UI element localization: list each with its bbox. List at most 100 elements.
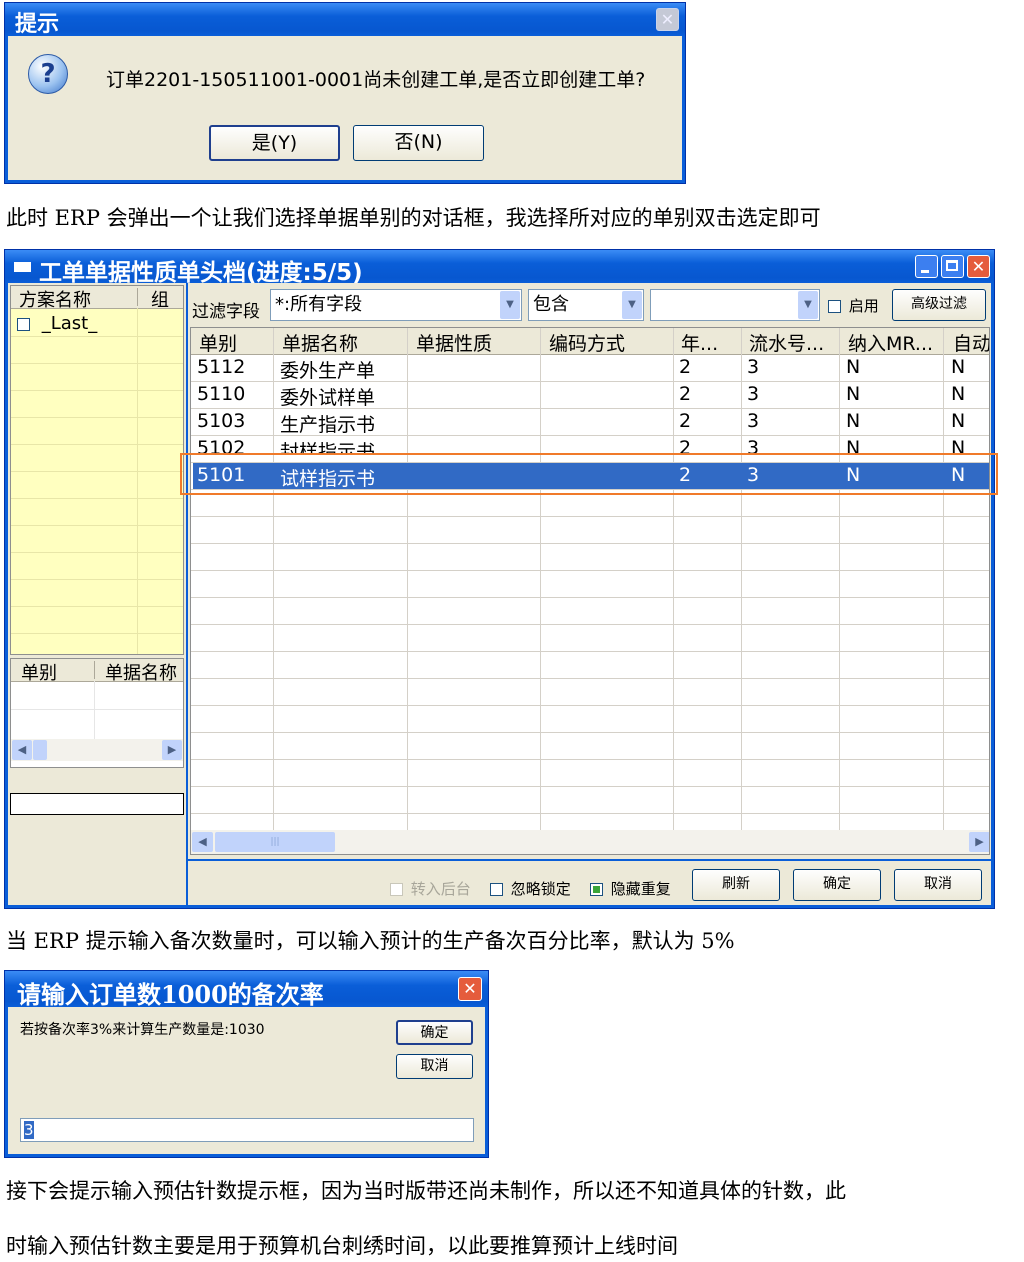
scheme-row-divider bbox=[11, 552, 183, 553]
doc-list-code-header: 单别 bbox=[21, 663, 57, 684]
chevron-down-icon[interactable]: ▼ bbox=[798, 291, 818, 319]
spare-rate-input[interactable]: 3 bbox=[20, 1118, 474, 1142]
table-row[interactable]: 5102 封样指示书 2 3 N N bbox=[191, 435, 989, 455]
scheme-row-divider bbox=[11, 444, 183, 445]
hide-dup-label: 隐藏重复 bbox=[610, 880, 671, 898]
cancel-button[interactable]: 取消 bbox=[396, 1054, 473, 1079]
refresh-button[interactable]: 刷新 bbox=[692, 869, 780, 901]
minimize-icon[interactable] bbox=[915, 255, 938, 278]
scheme-item-label: _Last_ bbox=[41, 313, 98, 334]
doc-list-hscrollbar[interactable]: ◀ ▶ bbox=[11, 739, 183, 761]
scroll-right-icon[interactable]: ▶ bbox=[969, 832, 989, 852]
chevron-down-icon[interactable]: ▼ bbox=[622, 291, 642, 319]
table-row[interactable]: 5103 生产指示书 2 3 N N bbox=[191, 408, 989, 436]
cell-code: 5110 bbox=[197, 383, 246, 405]
panel-splitter[interactable] bbox=[186, 283, 188, 907]
scheme-row-divider bbox=[11, 390, 183, 391]
background-checkbox: 转入后台 bbox=[390, 878, 471, 899]
cell-code: 5112 bbox=[197, 356, 246, 378]
col-header-nature[interactable]: 单据性质 bbox=[416, 329, 492, 356]
scheme-row-divider bbox=[11, 633, 183, 634]
confirm-dialog-titlebar[interactable]: 提示 ✕ bbox=[5, 3, 685, 37]
scheme-item-last[interactable]: _Last_ bbox=[17, 313, 97, 334]
chevron-down-icon[interactable]: ▼ bbox=[500, 291, 520, 319]
cancel-button[interactable]: 取消 bbox=[894, 869, 982, 901]
grid-row-divider bbox=[191, 705, 989, 706]
spare-rate-message: 若按备次率3%来计算生产数量是:1030 bbox=[20, 1022, 265, 1038]
scheme-item-checkbox[interactable] bbox=[17, 317, 30, 331]
no-button[interactable]: 否(N) bbox=[353, 125, 484, 161]
col-header-mrp[interactable]: 纳入MR... bbox=[848, 329, 933, 356]
table-row[interactable]: 5110 委外试样单 2 3 N N bbox=[191, 381, 989, 409]
filter-field-label: 过滤字段 bbox=[192, 302, 260, 322]
col-header-encoding[interactable]: 编码方式 bbox=[549, 329, 625, 356]
grid-row-divider bbox=[191, 678, 989, 679]
yes-button[interactable]: 是(Y) bbox=[209, 125, 340, 161]
filter-value-combo[interactable]: ▼ bbox=[650, 289, 820, 321]
selected-row-outline bbox=[180, 453, 998, 495]
left-search-input[interactable] bbox=[10, 793, 184, 815]
grid-row-divider bbox=[191, 759, 989, 760]
hide-dup-checkbox-box[interactable] bbox=[590, 883, 603, 896]
col-header-year[interactable]: 年... bbox=[681, 329, 718, 356]
scroll-left-icon[interactable]: ◀ bbox=[192, 832, 213, 852]
confirm-dialog-title: 提示 bbox=[15, 12, 60, 37]
scheme-row-divider bbox=[11, 525, 183, 526]
grid-row-divider bbox=[191, 732, 989, 733]
scroll-left-icon[interactable]: ◀ bbox=[12, 740, 32, 760]
grid-row-divider bbox=[191, 813, 989, 814]
grid-row-divider bbox=[191, 543, 989, 544]
filter-op-value: 包含 bbox=[533, 294, 569, 315]
window-menu-icon[interactable] bbox=[14, 262, 31, 272]
ignore-lock-checkbox-box[interactable] bbox=[490, 883, 503, 896]
cell-name: 委外试样单 bbox=[280, 387, 376, 409]
scheme-row-divider bbox=[11, 336, 183, 337]
paragraph-4: 时输入预估针数主要是用于预算机台刺绣时间，以此要推算预计上线时间 bbox=[6, 1234, 678, 1258]
table-row[interactable]: 5112 委外生产单 2 3 N N bbox=[191, 354, 989, 382]
scheme-row-divider bbox=[11, 579, 183, 580]
advanced-filter-button[interactable]: 高级过滤 bbox=[892, 289, 986, 321]
filter-op-combo[interactable]: 包含 ▼ bbox=[528, 289, 644, 321]
close-icon[interactable]: ✕ bbox=[967, 255, 990, 278]
ok-button[interactable]: 确定 bbox=[793, 869, 881, 901]
hide-dup-checkbox[interactable]: 隐藏重复 bbox=[590, 878, 671, 899]
enable-checkbox-box[interactable] bbox=[828, 300, 841, 313]
close-icon[interactable]: ✕ bbox=[458, 977, 482, 1001]
ignore-lock-checkbox[interactable]: 忽略锁定 bbox=[490, 878, 571, 899]
scroll-thumb[interactable] bbox=[33, 740, 47, 760]
scheme-row-divider bbox=[11, 471, 183, 472]
spare-rate-dialog: 请输入订单数1000的备次率 ✕ 若按备次率3%来计算生产数量是:1030 确定… bbox=[4, 970, 489, 1158]
col-header-serial[interactable]: 流水号... bbox=[749, 329, 824, 356]
ok-button[interactable]: 确定 bbox=[396, 1020, 473, 1045]
paragraph-3: 接下会提示输入预估针数提示框，因为当时版带还尚未制作，所以还不知道具体的针数，此 bbox=[6, 1179, 846, 1203]
paragraph-2: 当 ERP 提示输入备次数量时，可以输入预计的生产备次百分比率，默认为 5% bbox=[6, 929, 735, 953]
cell-year: 2 bbox=[679, 356, 692, 378]
filter-field-value: *:所有字段 bbox=[275, 294, 363, 315]
cell-auto: N bbox=[951, 410, 966, 432]
close-icon[interactable]: ✕ bbox=[656, 8, 679, 31]
doc-list-panel: 单别 单据名称 ◀ ▶ bbox=[10, 658, 184, 768]
confirm-dialog-body: ? 订单2201-150511001-0001尚未创建工单,是否立即创建工单? … bbox=[8, 36, 682, 180]
doc-type-titlebar[interactable]: 工单单据性质单头档(进度:5/5) ✕ bbox=[5, 250, 994, 286]
maximize-icon[interactable] bbox=[941, 255, 964, 278]
filter-field-combo[interactable]: *:所有字段 ▼ bbox=[270, 289, 522, 321]
filter-enable-checkbox[interactable]: 启用 bbox=[828, 295, 879, 316]
spare-rate-titlebar[interactable]: 请输入订单数1000的备次率 ✕ bbox=[5, 971, 488, 1009]
spare-rate-body: 若按备次率3%来计算生产数量是:1030 确定 取消 3 bbox=[8, 1007, 485, 1154]
scroll-right-icon[interactable]: ▶ bbox=[162, 740, 182, 760]
scheme-header: 方案名称 组 bbox=[11, 286, 183, 311]
col-header-code[interactable]: 单别 bbox=[199, 329, 237, 356]
cell-serial: 3 bbox=[747, 410, 760, 432]
grid-header: 单别 单据名称 单据性质 编码方式 年... 流水号... 纳入MR... 自动 bbox=[191, 328, 989, 356]
col-header-auto[interactable]: 自动 bbox=[953, 329, 989, 356]
grid-row-divider bbox=[191, 570, 989, 571]
cell-name: 生产指示书 bbox=[280, 414, 376, 436]
scheme-row-divider bbox=[11, 417, 183, 418]
scheme-col-divider bbox=[137, 308, 138, 654]
grid-hscrollbar[interactable]: ◀ ||| ▶ bbox=[191, 830, 989, 854]
scroll-thumb[interactable]: ||| bbox=[215, 832, 335, 852]
spare-rate-input-value: 3 bbox=[24, 1121, 34, 1139]
cell-year: 2 bbox=[679, 383, 692, 405]
grid-row-divider bbox=[191, 597, 989, 598]
col-header-name[interactable]: 单据名称 bbox=[282, 329, 358, 356]
